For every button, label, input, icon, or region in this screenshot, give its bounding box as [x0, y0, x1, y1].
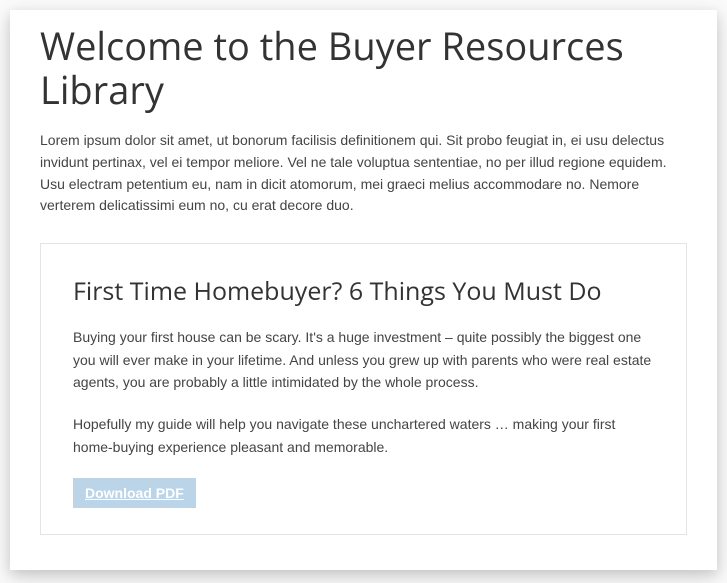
download-pdf-button[interactable]: Download PDF	[73, 478, 196, 508]
page-title: Welcome to the Buyer Resources Library	[40, 25, 687, 112]
intro-paragraph: Lorem ipsum dolor sit amet, ut bonorum f…	[40, 130, 687, 217]
card-title: First Time Homebuyer? 6 Things You Must …	[73, 274, 654, 308]
resource-card: First Time Homebuyer? 6 Things You Must …	[40, 243, 687, 535]
card-paragraph-2: Hopefully my guide will help you navigat…	[73, 413, 654, 458]
page-container: Welcome to the Buyer Resources Library L…	[10, 10, 717, 570]
card-paragraph-1: Buying your first house can be scary. It…	[73, 326, 654, 393]
